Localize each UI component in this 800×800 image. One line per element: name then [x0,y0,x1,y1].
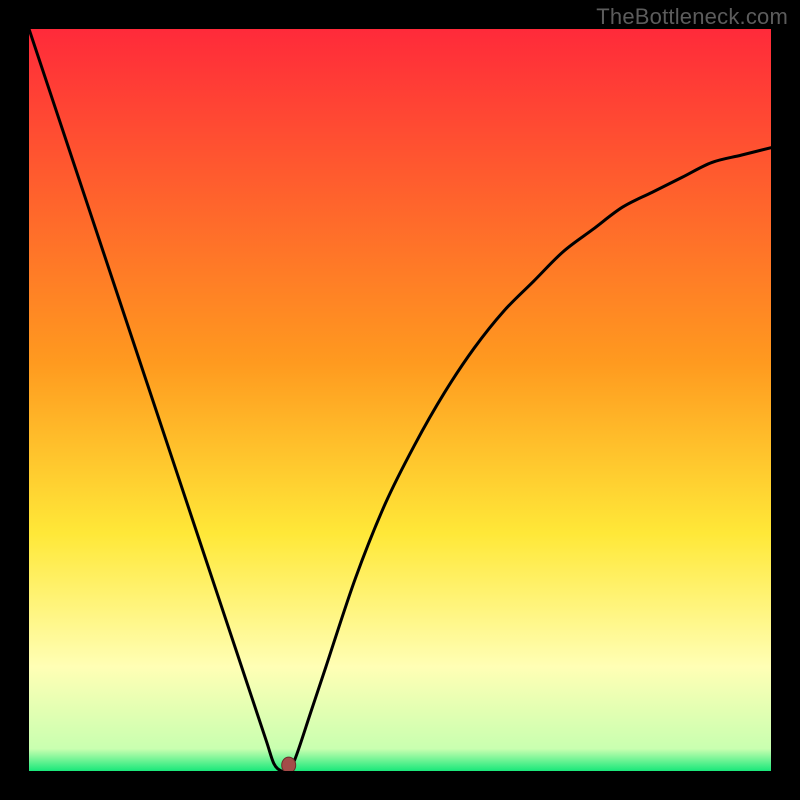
optimal-point-marker [282,757,296,771]
plot-area [29,29,771,771]
watermark-text: TheBottleneck.com [596,4,788,30]
gradient-background [29,29,771,771]
plot-svg [29,29,771,771]
chart-frame: TheBottleneck.com [0,0,800,800]
